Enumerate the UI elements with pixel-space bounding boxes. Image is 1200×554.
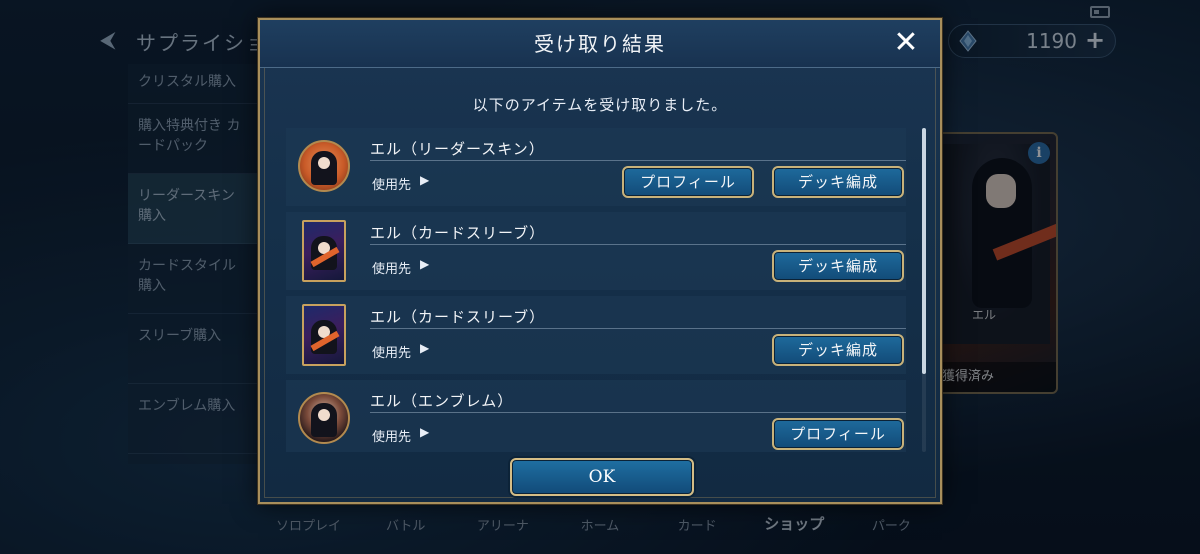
dialog-title: 受け取り結果 [534, 32, 666, 56]
deck-edit-button[interactable]: デッキ編成 [772, 334, 904, 366]
usage-label: 使用先 [372, 178, 412, 193]
caret-right-icon: ▶ [420, 425, 430, 439]
list-scrollbar[interactable] [922, 128, 926, 452]
list-item: エル（リーダースキン） 使用先 ▶ プロフィール デッキ編成 [286, 128, 906, 206]
list-item: エル（カードスリーブ） 使用先 ▶ デッキ編成 [286, 296, 906, 374]
caret-right-icon: ▶ [420, 341, 430, 355]
item-name: エル（リーダースキン） [370, 140, 545, 158]
divider [370, 244, 906, 245]
card-sleeve-thumbnail [302, 220, 346, 282]
caret-right-icon: ▶ [420, 173, 430, 187]
receive-result-dialog: 受け取り結果 ✕ 以下のアイテムを受け取りました。 エル（リーダースキン） 使用… [258, 18, 942, 504]
received-items-list[interactable]: エル（リーダースキン） 使用先 ▶ プロフィール デッキ編成 エル（カードスリー… [286, 128, 932, 452]
item-name: エル（エンブレム） [370, 392, 514, 410]
item-name: エル（カードスリーブ） [370, 224, 546, 242]
divider [370, 412, 906, 413]
usage-label: 使用先 [372, 430, 412, 445]
scrollbar-thumb[interactable] [922, 128, 926, 374]
divider [370, 160, 906, 161]
profile-button[interactable]: プロフィール [622, 166, 754, 198]
divider [370, 328, 906, 329]
list-item: エル（カードスリーブ） 使用先 ▶ デッキ編成 [286, 212, 906, 290]
close-icon[interactable]: ✕ [890, 28, 922, 60]
ok-button[interactable]: OK [510, 458, 694, 496]
leader-skin-thumbnail [298, 140, 350, 192]
item-name: エル（カードスリーブ） [370, 308, 546, 326]
dialog-title-bar: 受け取り結果 [260, 20, 940, 68]
emblem-thumbnail [298, 392, 350, 444]
dialog-message: 以下のアイテムを受け取りました。 [472, 96, 728, 114]
usage-label: 使用先 [372, 346, 412, 361]
profile-button[interactable]: プロフィール [772, 418, 904, 450]
card-sleeve-thumbnail [302, 304, 346, 366]
caret-right-icon: ▶ [420, 257, 430, 271]
deck-edit-button[interactable]: デッキ編成 [772, 250, 904, 282]
deck-edit-button[interactable]: デッキ編成 [772, 166, 904, 198]
list-item: エル（エンブレム） 使用先 ▶ プロフィール [286, 380, 906, 452]
usage-label: 使用先 [372, 262, 412, 277]
